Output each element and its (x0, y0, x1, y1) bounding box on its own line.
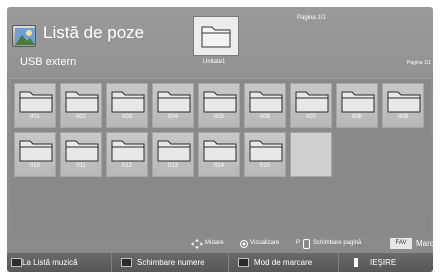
folder-tile[interactable]: 010 (14, 132, 56, 177)
folder-icon (65, 140, 99, 162)
folder-label: 010 (29, 163, 40, 169)
photo-list-icon (12, 25, 36, 47)
folder-icon (341, 91, 375, 113)
folder-tile[interactable]: 013 (152, 132, 194, 177)
mark-mode-button[interactable]: Mod de marcare (230, 253, 339, 272)
folder-tile[interactable]: 002 (60, 83, 102, 128)
folder-label: 015 (259, 163, 270, 169)
folder-label: 005 (213, 114, 224, 120)
folder-label: 006 (259, 114, 270, 120)
view-label: Vizualizare (250, 240, 280, 246)
page-up-down-icon (303, 239, 310, 249)
folder-icon (387, 91, 421, 113)
music-list-button[interactable]: La Listă muzică (7, 253, 112, 272)
page-change-label: Schimbare pagină (313, 240, 362, 246)
move-arrows-icon (191, 239, 203, 251)
folder-tile[interactable]: 007 (290, 83, 332, 128)
folder-label: 002 (75, 114, 86, 120)
p-key-label: P (296, 240, 301, 246)
folder-icon (19, 91, 53, 113)
folder-tile[interactable]: 005 (198, 83, 240, 128)
bottom-action-bar: La Listă muzică Schimbare numere Mod de … (7, 253, 433, 272)
folder-icon (65, 91, 99, 113)
fav-key: FAV (390, 238, 412, 249)
change-numbers-key-icon (121, 258, 132, 267)
folder-label: 009 (397, 114, 408, 120)
folder-tile[interactable]: 004 (152, 83, 194, 128)
mark-label: Marcare (416, 239, 433, 248)
page-indicator: Pagina 1/1 (297, 15, 326, 21)
folder-tile[interactable]: 001 (14, 83, 56, 128)
folder-label: 008 (351, 114, 362, 120)
exit-button[interactable]: IEŞIRE (340, 253, 433, 272)
folder-tile[interactable]: 009 (382, 83, 424, 128)
folder-tile[interactable]: 008 (336, 83, 378, 128)
folder-tile[interactable]: 003 (106, 83, 148, 128)
folder-label: 014 (213, 163, 224, 169)
page-indicator-small: Pagina 1/1 (407, 60, 431, 66)
move-label: Mutare (205, 240, 224, 246)
folder-icon (111, 140, 145, 162)
folder-label: 013 (167, 163, 178, 169)
title-bar: Listă de poze Pagina 1/1 USB extern Unit… (7, 7, 433, 77)
folder-tile[interactable]: 015 (244, 132, 286, 177)
usb-drive-folder-icon[interactable] (193, 16, 239, 56)
mark-mode-key-icon (238, 258, 249, 267)
folder-tile[interactable]: 012 (106, 132, 148, 177)
photo-list-screen: Listă de poze Pagina 1/1 USB extern Unit… (7, 7, 433, 272)
folder-label: 012 (121, 163, 132, 169)
key-legend: Mutare Vizualizare P Schimbare pagină FA… (7, 236, 433, 252)
folder-icon (157, 91, 191, 113)
folder-icon (249, 91, 283, 113)
folder-icon (157, 140, 191, 162)
folder-tile[interactable]: 011 (60, 132, 102, 177)
folder-label: 007 (305, 114, 316, 120)
empty-tile (290, 132, 332, 177)
folder-icon (111, 91, 145, 113)
folder-icon (203, 140, 237, 162)
folder-tile[interactable]: 014 (198, 132, 240, 177)
change-numbers-button[interactable]: Schimbare numere (113, 253, 229, 272)
folder-label: 003 (121, 114, 132, 120)
page-title: Listă de poze (43, 23, 145, 42)
folder-tile[interactable]: 006 (244, 83, 286, 128)
folder-label: 001 (29, 114, 40, 120)
ok-button-icon (240, 240, 248, 248)
folder-label: 011 (76, 163, 86, 169)
folder-icon (203, 91, 237, 113)
folder-icon (295, 91, 329, 113)
exit-key-icon (354, 258, 358, 267)
folder-icon (249, 140, 283, 162)
music-list-key-icon (11, 258, 22, 267)
drive-label: Unitate1 (203, 59, 226, 65)
folder-grid: 001 002 003 004 005 006 007 008 009 010 … (11, 78, 431, 236)
folder-icon (19, 140, 53, 162)
source-label: USB extern (20, 56, 77, 68)
folder-label: 004 (167, 114, 178, 120)
